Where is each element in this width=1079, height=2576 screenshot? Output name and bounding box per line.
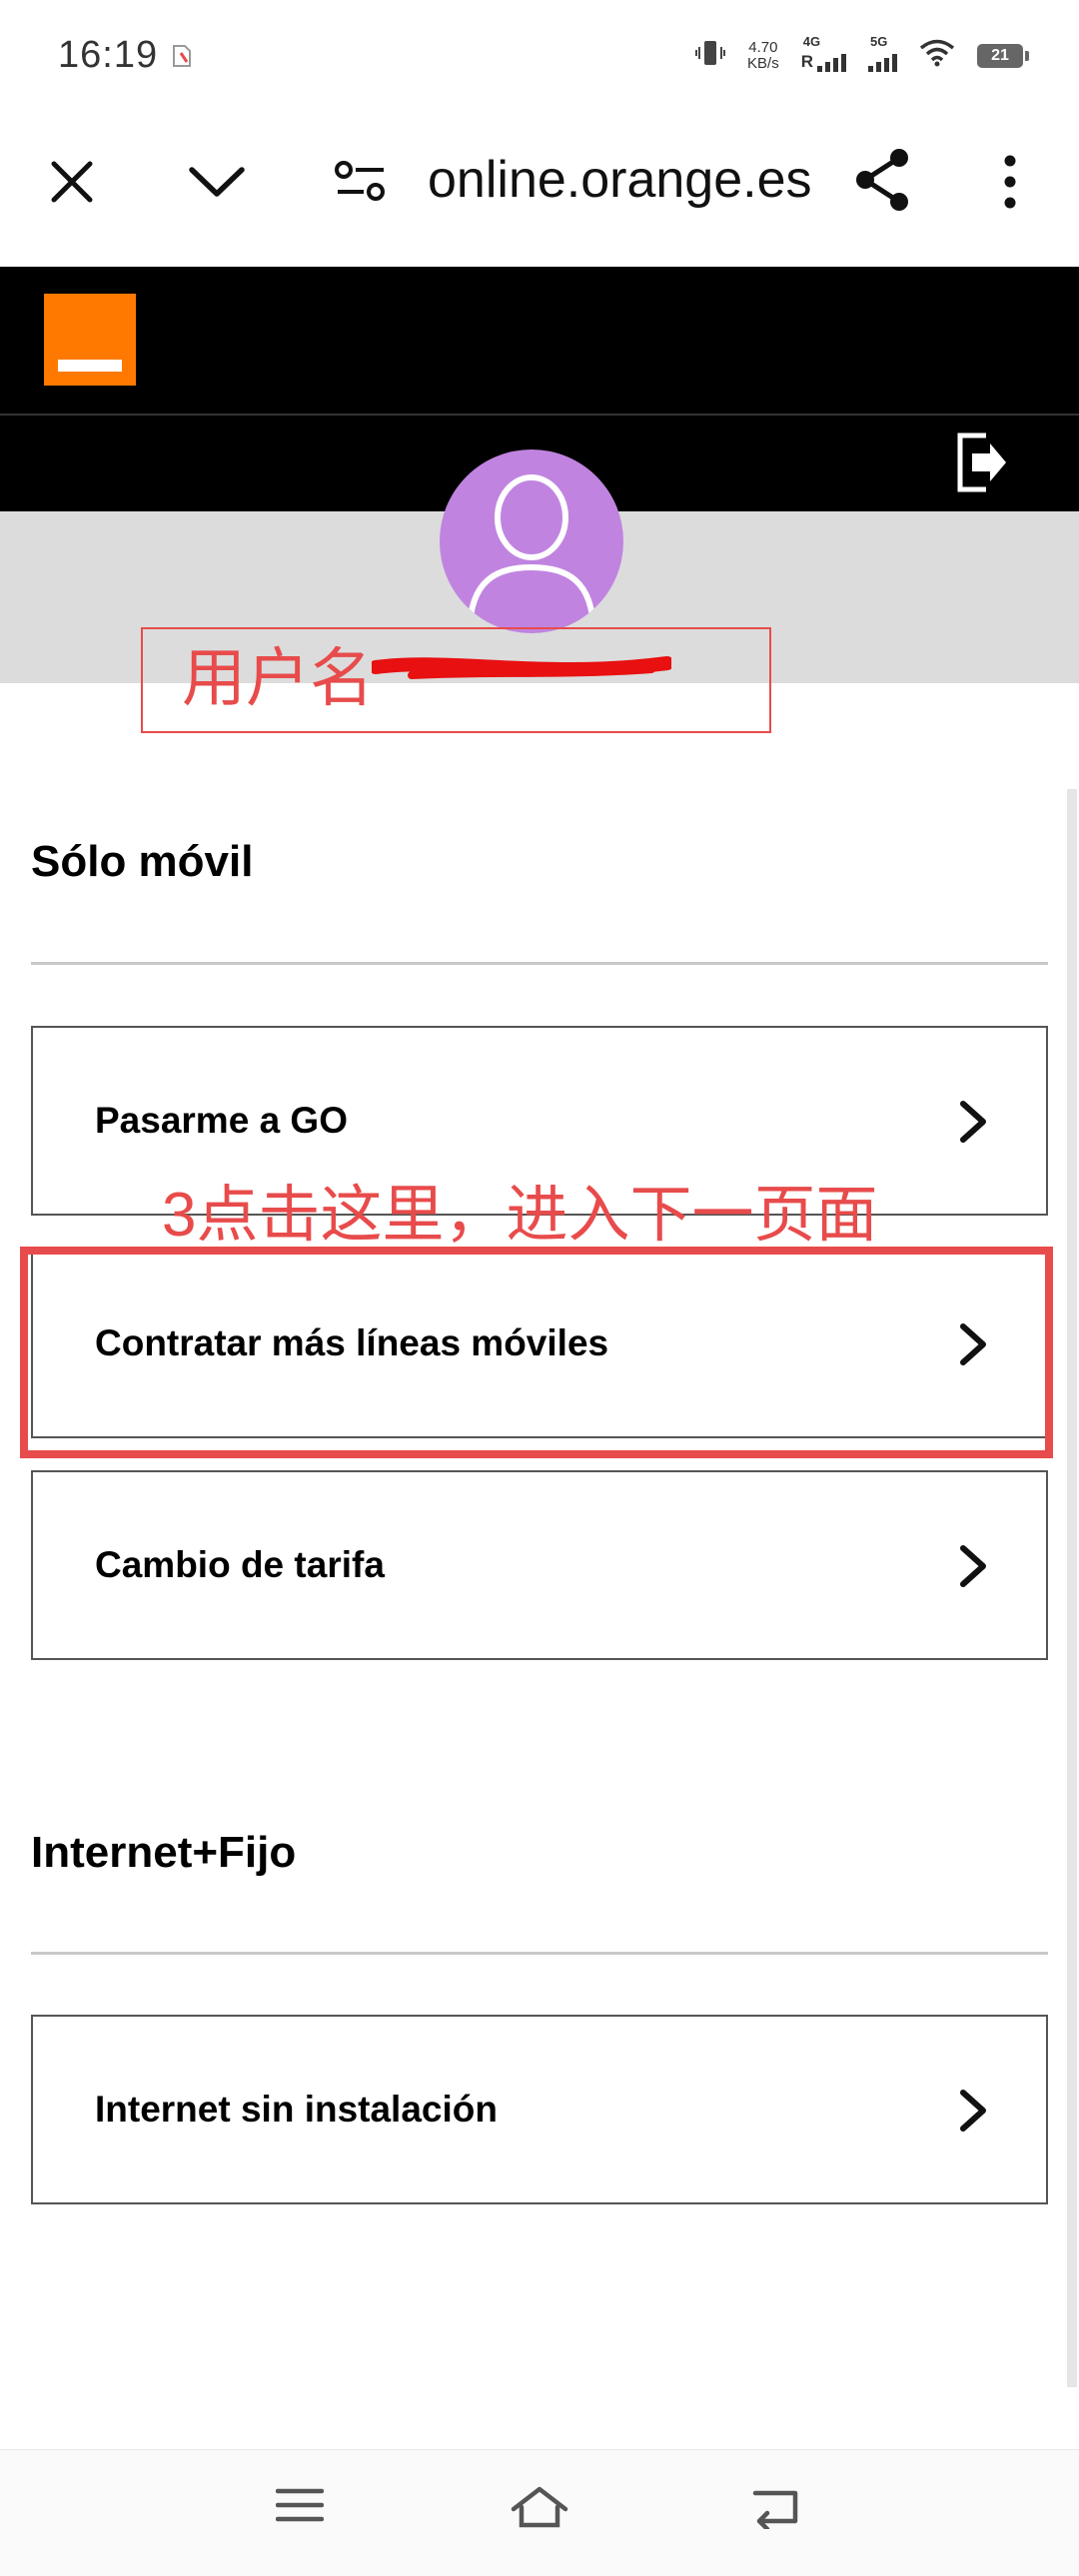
wifi-icon xyxy=(919,39,955,72)
step-annotation: 3点击这里，进入下一页面 xyxy=(162,1181,878,1250)
close-icon[interactable] xyxy=(48,158,96,211)
roaming-indicator: R xyxy=(800,51,813,71)
signal-4g-tag: 4G xyxy=(802,33,821,49)
signal-5g-tag: 5G xyxy=(870,33,888,49)
user-silhouette-icon xyxy=(467,474,596,633)
chevron-right-icon xyxy=(958,1100,988,1149)
section-title-solo-movil: Sólo móvil xyxy=(31,837,254,886)
logout-icon[interactable] xyxy=(954,431,1010,498)
url-bar[interactable]: online.orange.es xyxy=(428,150,812,210)
chevron-right-icon xyxy=(958,1544,988,1593)
scrollbar[interactable] xyxy=(1067,789,1077,2387)
option-label: Cambio de tarifa xyxy=(95,1544,385,1585)
signal-5g: 5G xyxy=(868,34,897,72)
net-speed-value: 4.70 xyxy=(748,38,778,56)
vibrate-icon xyxy=(695,38,726,73)
back-icon[interactable] xyxy=(751,2485,803,2534)
chevron-right-icon xyxy=(958,2089,988,2138)
section-divider xyxy=(31,1952,1048,1955)
battery-indicator: 21 xyxy=(977,43,1029,68)
option-label: Internet sin instalación xyxy=(95,2089,498,2130)
signal-bars-icon xyxy=(868,53,897,72)
app-notification-icon xyxy=(172,44,192,73)
signal-4g: 4G R xyxy=(800,34,846,72)
site-settings-icon[interactable] xyxy=(334,160,388,207)
section-divider xyxy=(31,962,1048,965)
redaction-scribble xyxy=(369,649,674,694)
signal-bars-icon xyxy=(817,53,846,72)
option-cambio-de-tarifa[interactable]: Cambio de tarifa xyxy=(31,1470,1048,1660)
status-indicators: 4.70 KB/s 4G R 5G 21 xyxy=(695,34,1029,73)
avatar xyxy=(440,449,623,633)
username-annotation: 用户名 xyxy=(182,642,374,714)
home-icon[interactable] xyxy=(510,2485,569,2534)
annotation-highlight-box xyxy=(20,1247,1053,1458)
net-speed-unit: KB/s xyxy=(747,54,779,72)
option-internet-sin-instalacion[interactable]: Internet sin instalación xyxy=(31,2015,1048,2204)
orange-logo[interactable] xyxy=(44,294,136,386)
header-divider xyxy=(0,414,1079,416)
net-speed: 4.70 KB/s xyxy=(747,38,779,72)
share-icon[interactable] xyxy=(853,148,913,217)
status-time: 16:19 xyxy=(58,34,159,76)
section-title-internet-fijo: Internet+Fijo xyxy=(31,1828,297,1877)
option-label: Pasarme a GO xyxy=(95,1100,348,1141)
chevron-down-icon[interactable] xyxy=(188,164,246,205)
more-menu-icon[interactable] xyxy=(999,154,1021,215)
menu-icon[interactable] xyxy=(275,2485,325,2530)
